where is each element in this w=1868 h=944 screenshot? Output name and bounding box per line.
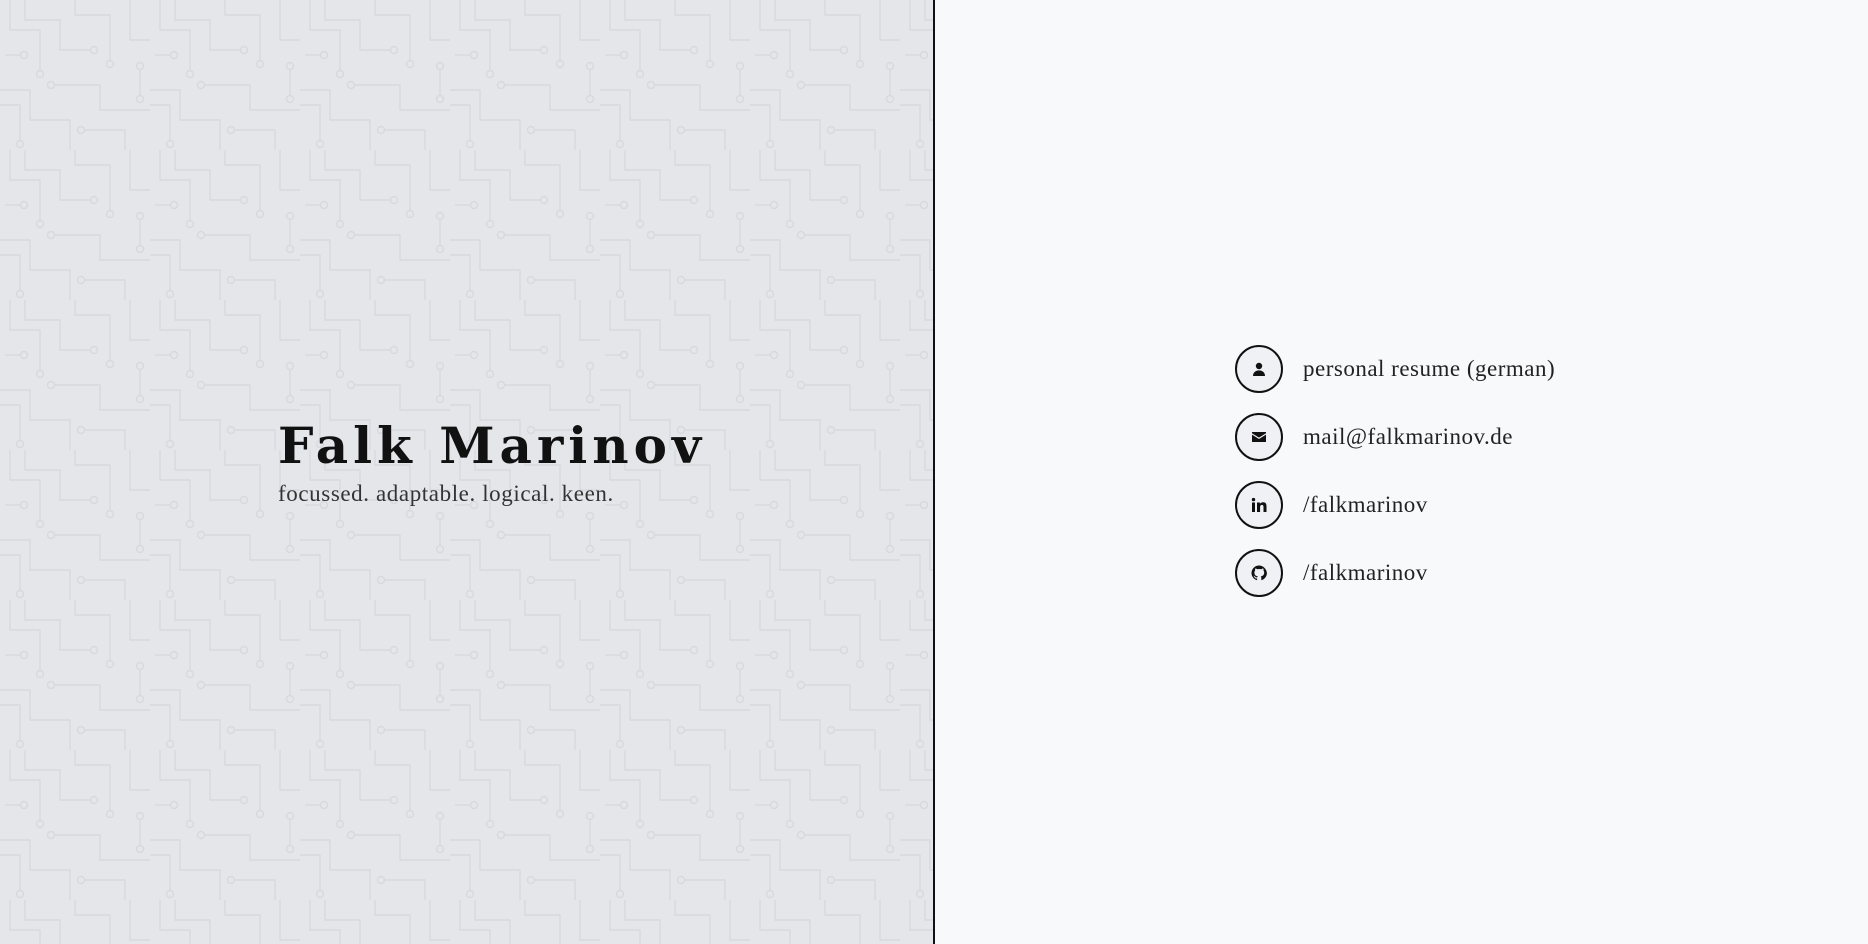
hero-panel: Falk Marinov focussed. adaptable. logica… bbox=[0, 0, 935, 944]
person-name: Falk Marinov bbox=[278, 416, 707, 475]
person-icon bbox=[1235, 345, 1283, 393]
resume-link[interactable]: personal resume (german) bbox=[1235, 345, 1555, 393]
resume-link-label: personal resume (german) bbox=[1303, 356, 1556, 381]
tagline: focussed. adaptable. logical. keen. bbox=[278, 480, 614, 506]
github-icon bbox=[1235, 549, 1283, 597]
linkedin-icon bbox=[1235, 481, 1283, 529]
mail-icon bbox=[1235, 413, 1283, 461]
contact-links: personal resume (german) mail@falkmarino… bbox=[1235, 345, 1555, 617]
linkedin-link-label: /falkmarinov bbox=[1303, 492, 1428, 517]
github-link[interactable]: /falkmarinov bbox=[1235, 549, 1555, 597]
intro-block: Falk Marinov focussed. adaptable. logica… bbox=[278, 416, 707, 507]
linkedin-link[interactable]: /falkmarinov bbox=[1235, 481, 1555, 529]
email-link[interactable]: mail@falkmarinov.de bbox=[1235, 413, 1555, 461]
email-link-label: mail@falkmarinov.de bbox=[1303, 424, 1513, 449]
github-link-label: /falkmarinov bbox=[1303, 560, 1428, 585]
